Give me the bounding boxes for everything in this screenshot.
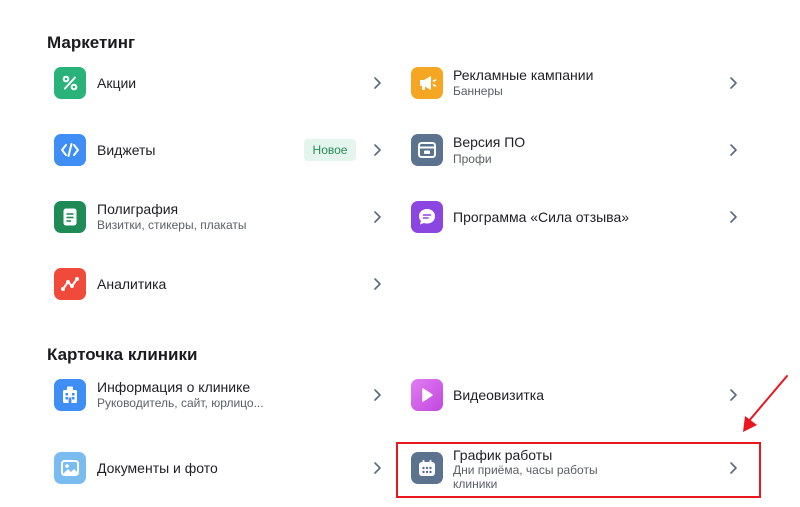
play-icon (411, 379, 443, 411)
chevron-right-icon (374, 77, 381, 89)
menu-item-video-card[interactable]: Видеовизитка (404, 372, 744, 418)
section-title-marketing: Маркетинг (47, 33, 136, 52)
ad-campaigns-label: Рекламные кампании (453, 67, 594, 83)
chevron-right-icon (374, 462, 381, 474)
software-version-sublabel: Профи (453, 152, 492, 166)
menu-item-ad-campaigns[interactable]: Рекламные кампании Баннеры (404, 60, 744, 106)
ad-campaigns-sublabel: Баннеры (453, 84, 503, 98)
menu-item-analytics[interactable]: Аналитика (47, 261, 387, 307)
analytics-label: Аналитика (97, 276, 167, 292)
chevron-right-icon (374, 144, 381, 156)
menu-item-documents-photo[interactable]: Документы и фото (47, 445, 387, 491)
clinic-info-sublabel: Руководитель, сайт, юрлицо... (97, 396, 264, 410)
document-icon (54, 201, 86, 233)
printing-label: Полиграфия (97, 201, 179, 217)
chat-icon (411, 201, 443, 233)
new-badge: Новое (304, 139, 356, 161)
code-icon (54, 134, 86, 166)
menu-item-software-version[interactable]: Версия ПО Профи (404, 127, 744, 173)
clinic-info-label: Информация о клинике (97, 379, 251, 395)
software-version-label: Версия ПО (453, 134, 526, 150)
percent-icon (54, 67, 86, 99)
menu-item-printing[interactable]: Полиграфия Визитки, стикеры, плакаты (47, 194, 387, 240)
chevron-right-icon (730, 144, 737, 156)
documents-photo-label: Документы и фото (97, 460, 218, 476)
highlight-box (396, 442, 761, 498)
chevron-right-icon (730, 211, 737, 223)
menu-item-feedback-program[interactable]: Программа «Сила отзыва» (404, 194, 744, 240)
megaphone-icon (411, 67, 443, 99)
promotions-label: Акции (97, 75, 137, 91)
chevron-right-icon (374, 278, 381, 290)
chevron-right-icon (374, 211, 381, 223)
red-arrow-icon (743, 375, 788, 432)
menu-item-promotions[interactable]: Акции (47, 60, 387, 106)
graph-icon (54, 268, 86, 300)
menu-item-clinic-info[interactable]: Информация о клинике Руководитель, сайт,… (47, 372, 387, 418)
printing-sublabel: Визитки, стикеры, плакаты (97, 218, 247, 232)
video-card-label: Видеовизитка (453, 387, 545, 403)
image-icon (54, 452, 86, 484)
section-title-clinic-card: Карточка клиники (47, 345, 198, 364)
chevron-right-icon (730, 77, 737, 89)
widgets-label: Виджеты (97, 142, 156, 158)
building-icon (54, 379, 86, 411)
chevron-right-icon (374, 389, 381, 401)
feedback-program-label: Программа «Сила отзыва» (453, 209, 630, 225)
window-icon (411, 134, 443, 166)
